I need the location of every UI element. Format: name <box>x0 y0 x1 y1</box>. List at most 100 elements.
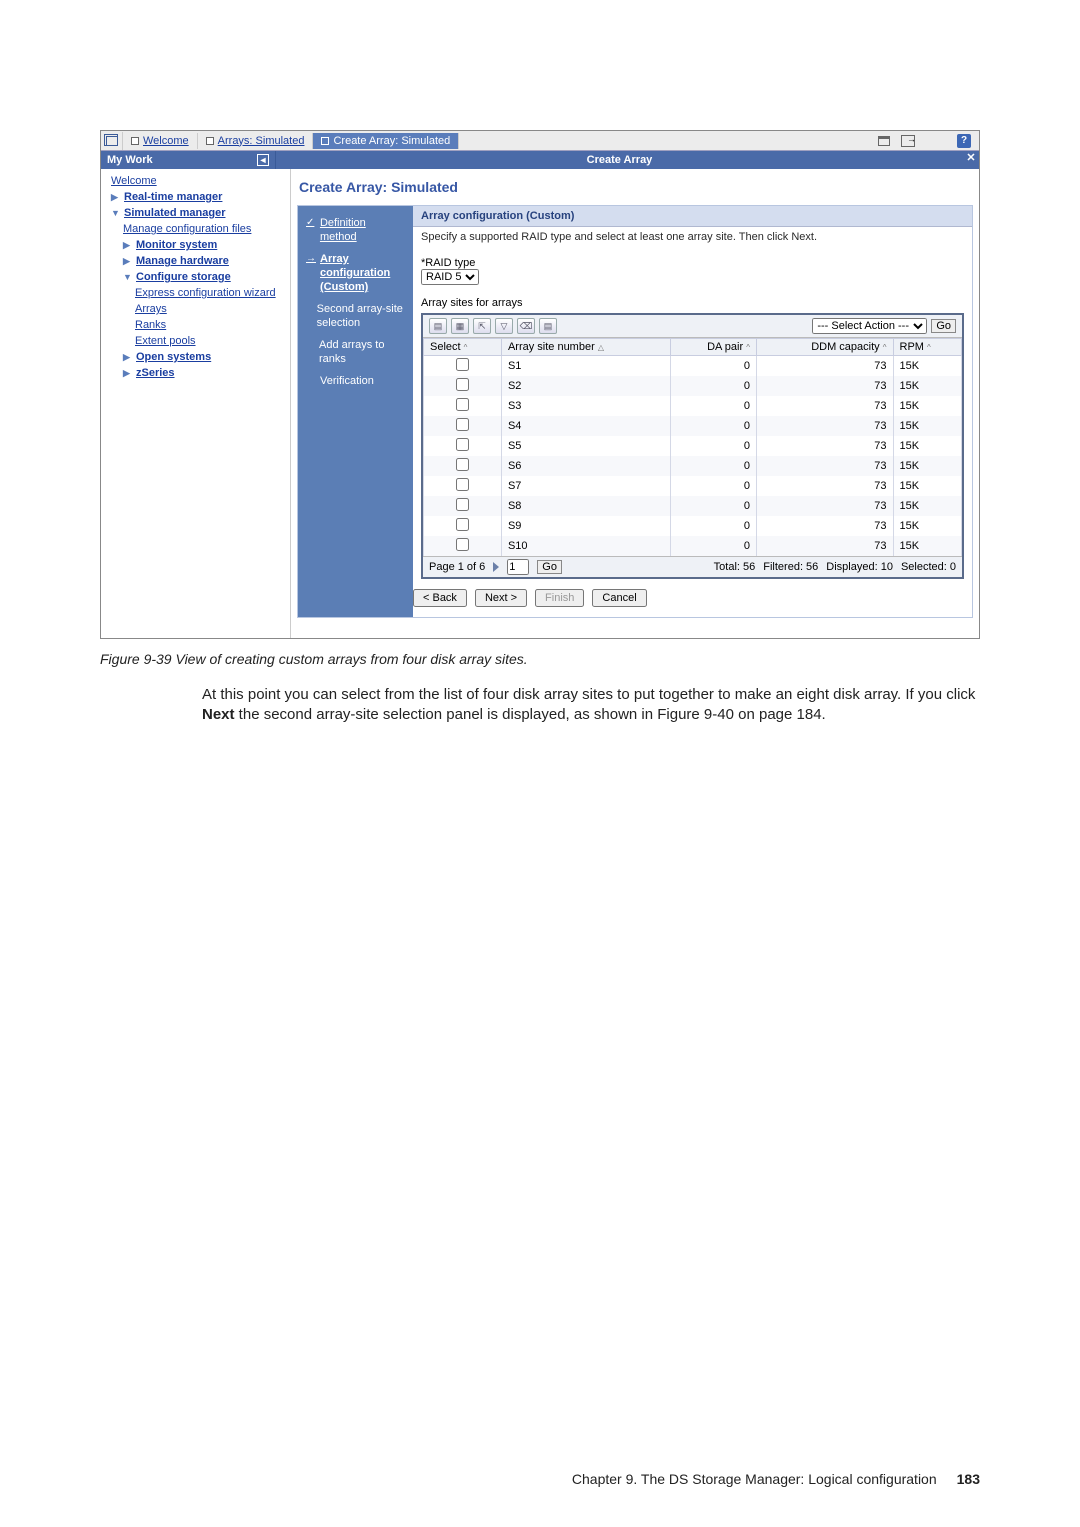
filtered-count: Filtered: 56 <box>763 561 818 573</box>
mywork-header: My Work ◄ <box>101 151 276 169</box>
cell-site: S2 <box>501 376 670 396</box>
row-checkbox[interactable] <box>456 358 469 371</box>
row-checkbox[interactable] <box>456 418 469 431</box>
sidebar-item-configure-storage[interactable]: Configure storage <box>136 269 231 285</box>
cell-da-pair: 0 <box>670 536 756 556</box>
array-sites-label: Array sites for arrays <box>413 287 972 313</box>
window-menu-icon[interactable] <box>101 132 123 150</box>
sidebar-item-simulated[interactable]: Simulated manager <box>124 205 225 221</box>
caret-icon[interactable]: ▶ <box>123 253 133 269</box>
page-input[interactable] <box>507 559 529 575</box>
toolbar-settings-icon[interactable]: ▤ <box>539 318 557 334</box>
arrow-right-icon: → <box>306 252 316 294</box>
back-button[interactable]: < Back <box>413 589 467 607</box>
table-row[interactable]: S407315K <box>424 416 962 436</box>
sidebar-item-extent-pools[interactable]: Extent pools <box>135 335 196 347</box>
caret-icon[interactable]: ▶ <box>123 349 133 365</box>
row-checkbox[interactable] <box>456 538 469 551</box>
table-action-select[interactable]: --- Select Action --- <box>812 318 927 334</box>
cancel-button[interactable]: Cancel <box>592 589 646 607</box>
table-row[interactable]: S207315K <box>424 376 962 396</box>
cell-da-pair: 0 <box>670 496 756 516</box>
table-row[interactable]: S907315K <box>424 516 962 536</box>
help-icon[interactable]: ? <box>955 133 973 149</box>
table-row[interactable]: S307315K <box>424 396 962 416</box>
table-row[interactable]: S1007315K <box>424 536 962 556</box>
cell-rpm: 15K <box>893 416 962 436</box>
tab-welcome[interactable]: Welcome <box>123 133 198 149</box>
cell-rpm: 15K <box>893 516 962 536</box>
sidebar-item-open-systems[interactable]: Open systems <box>136 349 211 365</box>
toolbar-deselect-all-icon[interactable]: ▦ <box>451 318 469 334</box>
cell-da-pair: 0 <box>670 436 756 456</box>
row-checkbox[interactable] <box>456 378 469 391</box>
sidebar-item-manage-hw[interactable]: Manage hardware <box>136 253 229 269</box>
close-panel-icon[interactable]: ✕ <box>963 151 979 169</box>
sidebar-item-manage-config[interactable]: Manage configuration files <box>123 223 251 235</box>
next-button[interactable]: Next > <box>475 589 527 607</box>
sidebar-item-monitor[interactable]: Monitor system <box>136 237 217 253</box>
sidebar-item-arrays[interactable]: Arrays <box>135 303 167 315</box>
toolbar-expand-icon[interactable]: ⇱ <box>473 318 491 334</box>
main-panel: Create Array: Simulated ✓Definition meth… <box>291 169 979 638</box>
cell-da-pair: 0 <box>670 416 756 436</box>
cell-ddm: 73 <box>756 476 893 496</box>
wizard-step-second-site: Second array-site selection <box>306 302 405 330</box>
row-checkbox[interactable] <box>456 398 469 411</box>
tab-create-array[interactable]: Create Array: Simulated <box>313 133 459 149</box>
sidebar-item-welcome[interactable]: Welcome <box>111 175 157 187</box>
row-checkbox[interactable] <box>456 458 469 471</box>
col-ddm-capacity[interactable]: DDM capacity ^ <box>756 339 893 356</box>
raid-type-label: *RAID type <box>421 257 964 269</box>
caret-icon[interactable]: ▶ <box>111 189 121 205</box>
total-count: Total: 56 <box>714 561 756 573</box>
page-go-button[interactable]: Go <box>537 560 562 574</box>
sidebar-item-realtime[interactable]: Real-time manager <box>124 189 222 205</box>
sidebar-item-express-wizard[interactable]: Express configuration wizard <box>135 287 276 299</box>
cell-ddm: 73 <box>756 436 893 456</box>
row-checkbox[interactable] <box>456 478 469 491</box>
caret-down-icon[interactable]: ▼ <box>123 269 133 285</box>
table-row[interactable]: S707315K <box>424 476 962 496</box>
wizard-buttons: < Back Next > Finish Cancel <box>413 579 972 617</box>
row-checkbox[interactable] <box>456 438 469 451</box>
col-da-pair[interactable]: DA pair ^ <box>670 339 756 356</box>
sidebar-item-zseries[interactable]: zSeries <box>136 365 175 381</box>
page-footer: Chapter 9. The DS Storage Manager: Logic… <box>572 1471 980 1487</box>
tab-create-label: Create Array: Simulated <box>333 135 450 147</box>
sidebar-item-ranks[interactable]: Ranks <box>135 319 166 331</box>
cell-ddm: 73 <box>756 456 893 476</box>
row-checkbox[interactable] <box>456 498 469 511</box>
table-row[interactable]: S107315K <box>424 356 962 377</box>
row-checkbox[interactable] <box>456 518 469 531</box>
page-indicator: Page 1 of 6 <box>429 561 485 573</box>
array-sites-table: ▤ ▦ ⇱ ▽ ⌫ ▤ --- Select Action --- Go <box>421 313 964 579</box>
caret-icon[interactable]: ▶ <box>123 365 133 381</box>
wizard-step-definition[interactable]: ✓Definition method <box>306 216 405 244</box>
wizard-steps: ✓Definition method →Array configuration … <box>298 206 413 617</box>
next-page-icon[interactable] <box>493 562 499 572</box>
maximize-icon[interactable] <box>875 133 893 149</box>
cell-site: S10 <box>501 536 670 556</box>
wizard-step-array-config[interactable]: →Array configuration (Custom) <box>306 252 405 294</box>
table-action-go-button[interactable]: Go <box>931 319 956 333</box>
table-row[interactable]: S607315K <box>424 456 962 476</box>
caret-down-icon[interactable]: ▼ <box>111 205 121 221</box>
raid-type-select[interactable]: RAID 5 <box>421 269 479 285</box>
col-rpm[interactable]: RPM ^ <box>893 339 962 356</box>
cell-rpm: 15K <box>893 396 962 416</box>
toolbar-clear-filter-icon[interactable]: ⌫ <box>517 318 535 334</box>
cell-ddm: 73 <box>756 516 893 536</box>
collapse-sidebar-icon[interactable]: ◄ <box>257 154 269 166</box>
toolbar-filter-icon[interactable]: ▽ <box>495 318 513 334</box>
cell-da-pair: 0 <box>670 356 756 377</box>
table-row[interactable]: S807315K <box>424 496 962 516</box>
toolbar-select-all-icon[interactable]: ▤ <box>429 318 447 334</box>
table-row[interactable]: S507315K <box>424 436 962 456</box>
tab-arrays-simulated[interactable]: Arrays: Simulated <box>198 133 314 149</box>
exit-icon[interactable] <box>899 133 917 149</box>
cell-da-pair: 0 <box>670 396 756 416</box>
caret-icon[interactable]: ▶ <box>123 237 133 253</box>
col-array-site-number[interactable]: Array site number △ <box>501 339 670 356</box>
col-select[interactable]: Select ^ <box>424 339 502 356</box>
